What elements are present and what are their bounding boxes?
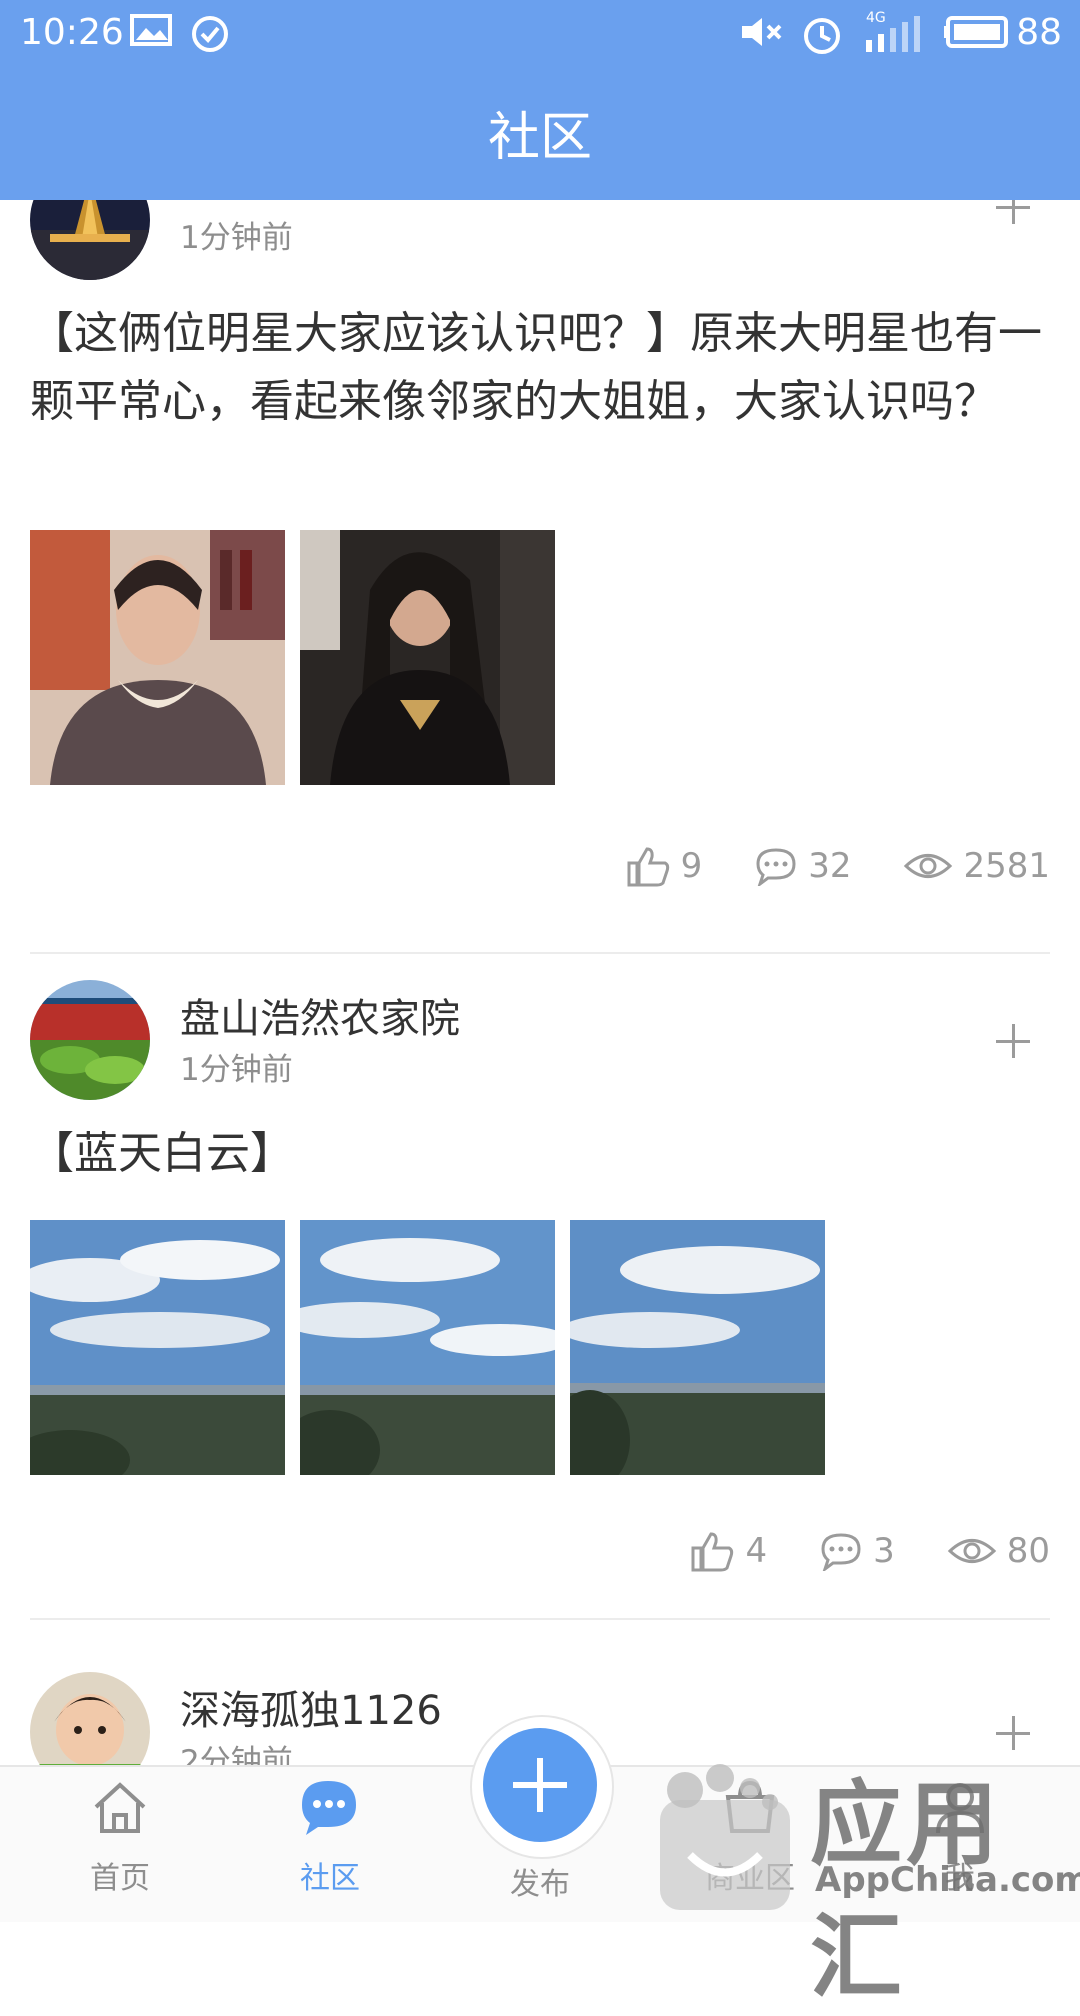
sky-photo-image bbox=[570, 1220, 825, 1475]
post-image[interactable] bbox=[300, 530, 555, 785]
post-author[interactable]: 盘山浩然农家院 bbox=[180, 986, 460, 1044]
image-icon bbox=[130, 14, 172, 46]
post-time: 2分钟前 bbox=[180, 1744, 293, 1765]
eye-icon bbox=[947, 1539, 996, 1563]
nav-home[interactable]: 首页 bbox=[30, 1777, 210, 1897]
battery-icon bbox=[944, 16, 1008, 48]
thumbs-up-icon bbox=[691, 1532, 734, 1572]
post-time: 1分钟前 bbox=[180, 220, 293, 256]
post-image[interactable] bbox=[570, 1220, 825, 1475]
nav-community[interactable]: 社区 bbox=[240, 1777, 420, 1897]
alarm-icon bbox=[804, 18, 840, 54]
avatar[interactable] bbox=[30, 1672, 150, 1765]
post-time: 1分钟前 bbox=[180, 1052, 293, 1088]
nav-community-label: 社区 bbox=[300, 1861, 360, 1896]
page-title: 社区 bbox=[487, 107, 592, 168]
like-count: 9 bbox=[680, 846, 703, 886]
user-icon bbox=[936, 1783, 984, 1834]
chat-bubble-icon bbox=[302, 1781, 356, 1835]
community-feed[interactable]: 1分钟前 【这俩位明星大家应该认识吧？】原来大明星也有一颗平常心，看起来像邻家的… bbox=[0, 200, 1080, 1765]
post-image[interactable] bbox=[30, 1220, 285, 1475]
post-stats: 4 3 80 bbox=[637, 1530, 1050, 1572]
sky-photo-image bbox=[30, 1220, 285, 1475]
follow-plus-icon[interactable] bbox=[996, 1716, 1030, 1750]
page-header: 社区 bbox=[0, 64, 1080, 200]
view-stat: 80 bbox=[947, 1531, 1050, 1571]
post-card[interactable]: 盘山浩然农家院 1分钟前 【蓝天白云】 4 3 80 bbox=[0, 980, 1080, 1765]
comment-count: 3 bbox=[873, 1531, 895, 1571]
avatar-image bbox=[30, 1672, 150, 1765]
like-stat[interactable]: 9 bbox=[625, 845, 703, 887]
home-icon bbox=[94, 1782, 146, 1833]
nav-home-label: 首页 bbox=[90, 1861, 150, 1896]
like-stat[interactable]: 4 bbox=[689, 1530, 767, 1572]
nav-me-label: 我 bbox=[945, 1861, 975, 1896]
thumbs-up-icon bbox=[627, 847, 669, 887]
post-author[interactable]: 深海孤独1126 bbox=[180, 1678, 442, 1736]
view-stat: 2581 bbox=[903, 846, 1050, 886]
avatar[interactable] bbox=[30, 200, 150, 280]
post-text: 【蓝天白云】 bbox=[30, 1128, 294, 1179]
post-divider bbox=[30, 1618, 1050, 1620]
mute-icon bbox=[742, 18, 782, 46]
nav-me[interactable]: 我 bbox=[870, 1777, 1050, 1897]
nav-publish-label: 发布 bbox=[510, 1867, 570, 1902]
sky-photo-image bbox=[300, 1220, 555, 1475]
post-text: 【这俩位明星大家应该认识吧？】原来大明星也有一颗平常心，看起来像邻家的大姐姐，大… bbox=[30, 308, 1042, 427]
publish-plus-button[interactable] bbox=[483, 1728, 597, 1842]
shop-icon bbox=[725, 1780, 775, 1833]
nav-business-label: 商业区 bbox=[705, 1861, 795, 1896]
woman-photo-image bbox=[300, 530, 555, 785]
check-circle-icon bbox=[192, 16, 228, 52]
post-divider bbox=[30, 952, 1050, 954]
comment-bubble-icon bbox=[756, 848, 796, 886]
follow-plus-icon[interactable] bbox=[996, 1024, 1030, 1058]
comment-stat[interactable]: 3 bbox=[819, 1531, 895, 1571]
battery-percent: 88 bbox=[1016, 12, 1062, 53]
view-count: 80 bbox=[1006, 1531, 1050, 1571]
status-bar: 10:26 4G 88 bbox=[0, 0, 1080, 64]
eye-icon bbox=[904, 854, 953, 878]
post-image[interactable] bbox=[30, 530, 285, 785]
comment-bubble-icon bbox=[821, 1533, 861, 1571]
view-count: 2581 bbox=[963, 846, 1050, 886]
avatar-image bbox=[30, 980, 150, 1100]
post-stats: 9 32 2581 bbox=[573, 845, 1050, 887]
post-image[interactable] bbox=[300, 1220, 555, 1475]
avatar[interactable] bbox=[30, 980, 150, 1100]
nav-business[interactable]: 商业区 bbox=[660, 1777, 840, 1897]
like-count: 4 bbox=[745, 1531, 768, 1571]
avatar-image bbox=[30, 200, 150, 280]
follow-plus-icon[interactable] bbox=[996, 200, 1030, 224]
signal-icon bbox=[866, 16, 920, 52]
comment-stat[interactable]: 32 bbox=[754, 846, 851, 886]
nav-publish[interactable]: 发布 bbox=[450, 1859, 630, 1903]
comment-count: 32 bbox=[808, 846, 852, 886]
woman-photo-image bbox=[30, 530, 285, 785]
status-time: 10:26 bbox=[20, 12, 124, 53]
